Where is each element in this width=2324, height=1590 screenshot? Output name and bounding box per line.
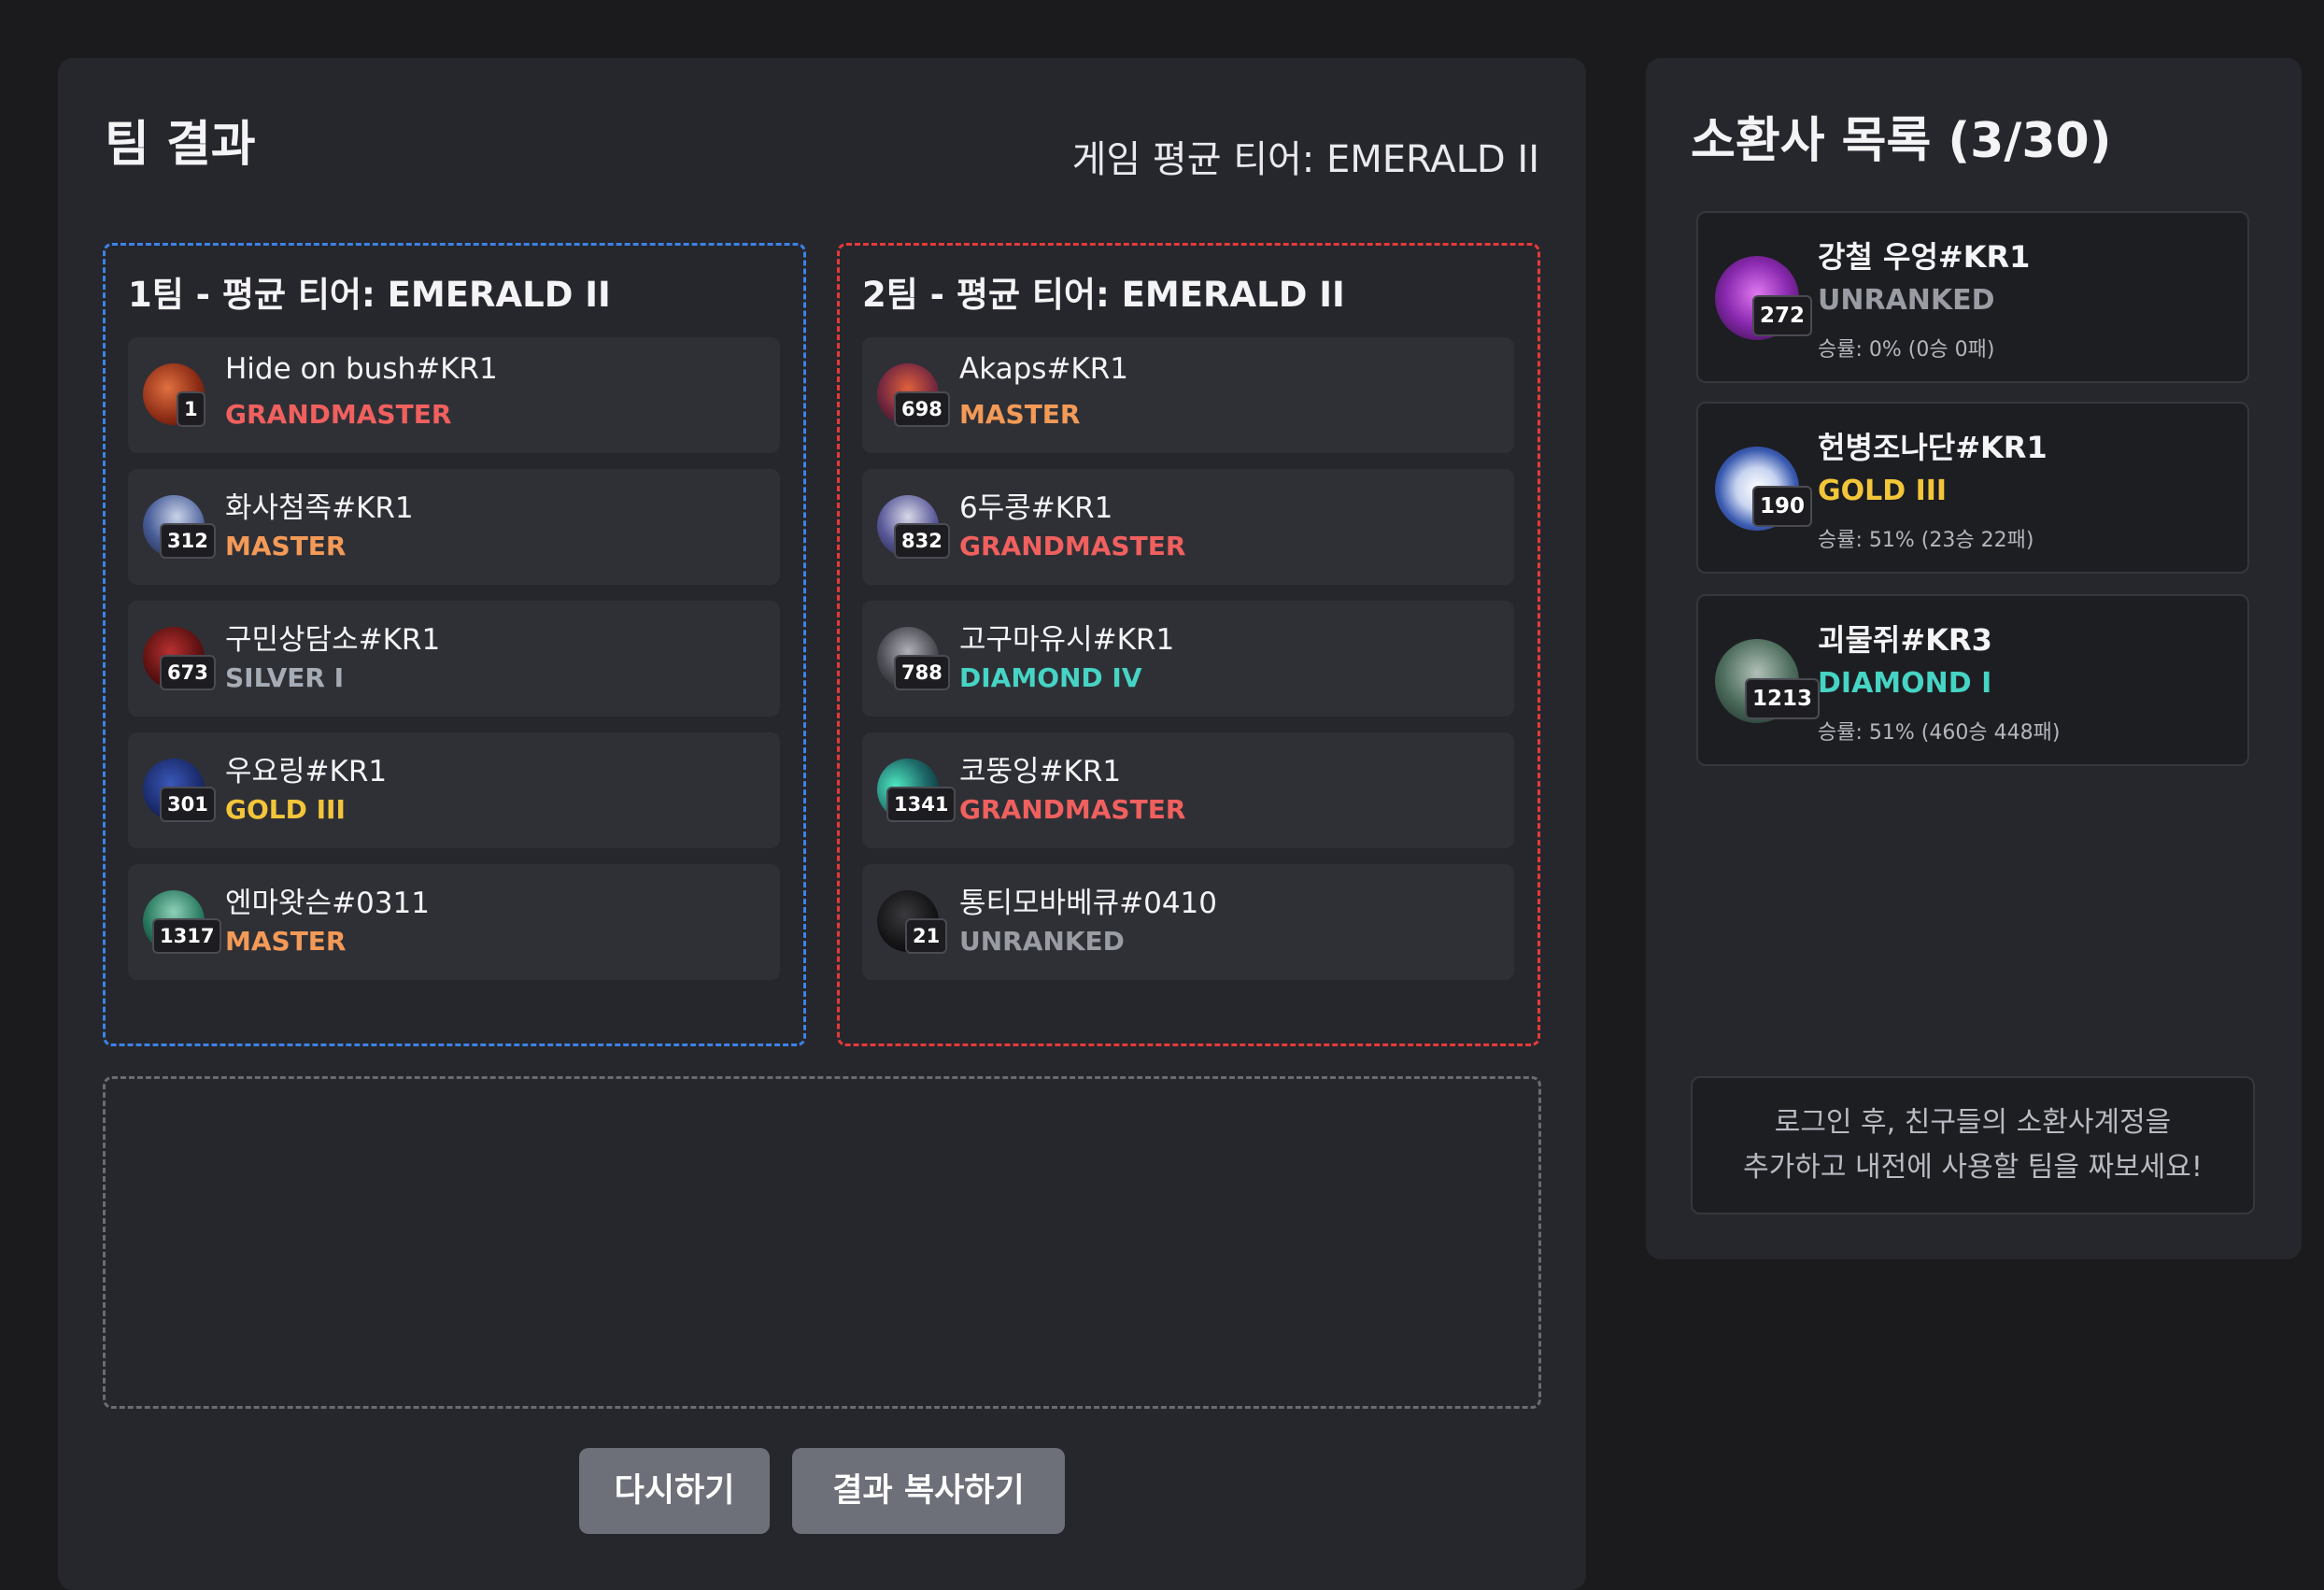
- player-name: 우요링#KR1: [225, 755, 388, 788]
- summoner-name: 강철 우엉#KR1: [1818, 239, 2031, 275]
- summoner-card[interactable]: 1213 괴물쥐#KR3 DIAMOND I 승률: 51% (460승 448…: [1696, 594, 2249, 766]
- copy-result-button[interactable]: 결과 복사하기: [792, 1448, 1065, 1534]
- level-badge: 673: [160, 655, 216, 690]
- login-notice: 로그인 후, 친구들의 소환사계정을 추가하고 내전에 사용할 팀을 짜보세요!: [1691, 1076, 2255, 1214]
- summoner-card[interactable]: 272 강철 우엉#KR1 UNRANKED 승률: 0% (0승 0패): [1696, 211, 2249, 383]
- player-card[interactable]: 788 고구마유시#KR1 DIAMOND IV: [862, 601, 1514, 717]
- player-tier: GRANDMASTER: [959, 531, 1186, 561]
- player-card[interactable]: 312 화사첨족#KR1 MASTER: [128, 469, 780, 585]
- player-name: 코뚱잉#KR1: [959, 755, 1122, 788]
- player-drop-zone[interactable]: [103, 1076, 1541, 1409]
- player-card[interactable]: 1341 코뚱잉#KR1 GRANDMASTER: [862, 732, 1514, 848]
- summoner-winrate: 승률: 51% (23승 22패): [1818, 529, 2034, 552]
- level-badge: 272: [1752, 295, 1813, 336]
- summoner-winrate: 승률: 0% (0승 0패): [1818, 338, 1995, 362]
- player-card[interactable]: 301 우요링#KR1 GOLD III: [128, 732, 780, 848]
- player-tier: GOLD III: [225, 794, 346, 825]
- login-notice-line1: 로그인 후, 친구들의 소환사계정을: [1774, 1106, 2172, 1139]
- player-card[interactable]: 698 Akaps#KR1 MASTER: [862, 337, 1514, 453]
- player-tier: UNRANKED: [959, 926, 1125, 957]
- player-name: 엔마왓슨#0311: [225, 887, 430, 920]
- level-badge: 21: [905, 918, 948, 954]
- level-badge: 832: [894, 523, 950, 559]
- summoner-tier: DIAMOND I: [1818, 667, 1992, 700]
- summoner-list-panel: 소환사 목록 (3/30) 272 강철 우엉#KR1 UNRANKED 승률:…: [1646, 58, 2302, 1259]
- player-card[interactable]: 832 6두콩#KR1 GRANDMASTER: [862, 469, 1514, 585]
- player-tier: DIAMOND IV: [959, 662, 1142, 693]
- summoner-winrate: 승률: 51% (460승 448패): [1818, 721, 2061, 745]
- team1-title: 1팀 - 평균 티어: EMERALD II: [128, 275, 611, 315]
- summoner-name: 헌병조나단#KR1: [1818, 430, 2048, 465]
- level-badge: 301: [160, 787, 216, 822]
- summoner-card[interactable]: 190 헌병조나단#KR1 GOLD III 승률: 51% (23승 22패): [1696, 402, 2249, 574]
- level-badge: 698: [894, 391, 950, 427]
- level-badge: 1317: [152, 918, 222, 954]
- game-average-tier: 게임 평균 티어: EMERALD II: [1071, 138, 1539, 181]
- player-name: 통티모바베큐#0410: [959, 887, 1217, 920]
- player-card[interactable]: 673 구민상담소#KR1 SILVER I: [128, 601, 780, 717]
- player-card[interactable]: 1 Hide on bush#KR1 GRANDMASTER: [128, 337, 780, 453]
- summoner-tier: UNRANKED: [1818, 284, 1995, 317]
- level-badge: 1213: [1745, 678, 1821, 719]
- player-card[interactable]: 21 통티모바베큐#0410 UNRANKED: [862, 864, 1514, 980]
- player-tier: GRANDMASTER: [959, 794, 1186, 825]
- summoner-tier: GOLD III: [1818, 475, 1948, 507]
- team2-title: 2팀 - 평균 티어: EMERALD II: [862, 275, 1345, 315]
- team2-box: 2팀 - 평균 티어: EMERALD II 698 Akaps#KR1 MAS…: [837, 243, 1540, 1046]
- player-tier: SILVER I: [225, 662, 345, 693]
- team1-box: 1팀 - 평균 티어: EMERALD II 1 Hide on bush#KR…: [103, 243, 806, 1046]
- player-name: 6두콩#KR1: [959, 491, 1113, 525]
- level-badge: 1341: [886, 787, 957, 822]
- summoner-name: 괴물쥐#KR3: [1818, 622, 1992, 658]
- level-badge: 312: [160, 523, 216, 559]
- player-card[interactable]: 1317 엔마왓슨#0311 MASTER: [128, 864, 780, 980]
- player-tier: MASTER: [225, 926, 347, 957]
- player-name: 화사첨족#KR1: [225, 491, 414, 525]
- level-badge: 1: [177, 391, 205, 427]
- player-name: 고구마유시#KR1: [959, 623, 1175, 657]
- player-tier: MASTER: [225, 531, 347, 561]
- login-notice-line2: 추가하고 내전에 사용할 팀을 짜보세요!: [1743, 1151, 2203, 1184]
- player-tier: MASTER: [959, 399, 1081, 430]
- player-name: Akaps#KR1: [959, 352, 1129, 386]
- panel-title: 팀 결과: [105, 117, 256, 173]
- player-name: Hide on bush#KR1: [225, 352, 498, 386]
- level-badge: 788: [894, 655, 950, 690]
- player-tier: GRANDMASTER: [225, 399, 452, 430]
- team-results-panel: 팀 결과 게임 평균 티어: EMERALD II 1팀 - 평균 티어: EM…: [58, 58, 1586, 1590]
- summoner-list-title: 소환사 목록 (3/30): [1691, 113, 2112, 169]
- level-badge: 190: [1752, 486, 1813, 527]
- player-name: 구민상담소#KR1: [225, 623, 441, 657]
- retry-button[interactable]: 다시하기: [579, 1448, 770, 1534]
